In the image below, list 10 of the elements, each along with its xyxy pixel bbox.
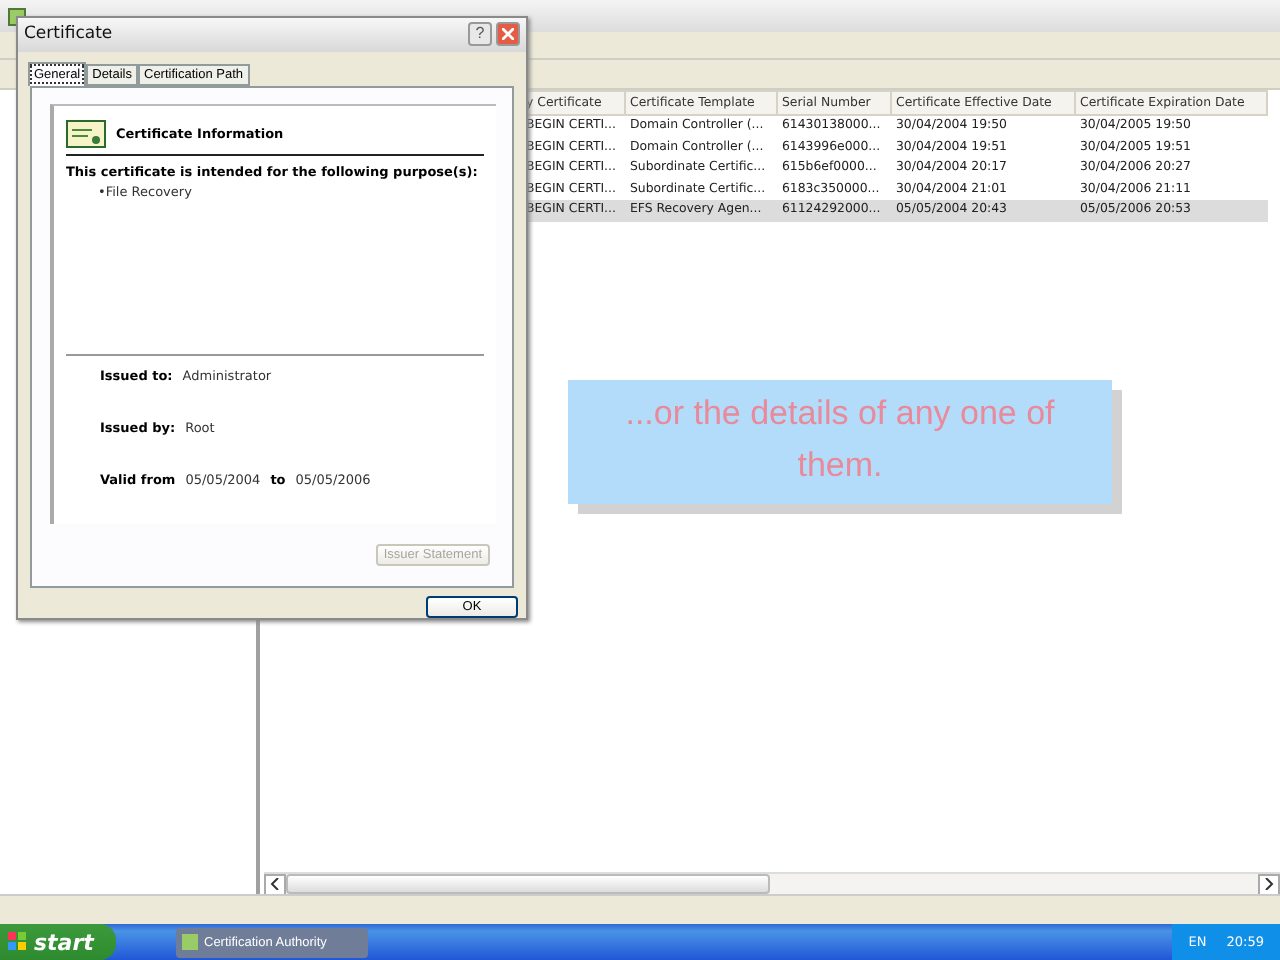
app-icon [182,934,198,950]
help-button[interactable]: ? [468,22,492,47]
certificate-icon [66,119,106,148]
close-icon [502,28,514,41]
start-button[interactable]: start [0,924,116,960]
caption-callout: ...or the details of any one of them. [568,380,1112,504]
close-button[interactable] [496,22,520,47]
windows-logo-icon [8,932,28,952]
horizontal-scrollbar[interactable] [264,872,1280,894]
dialog-title: Certificate [24,24,115,45]
